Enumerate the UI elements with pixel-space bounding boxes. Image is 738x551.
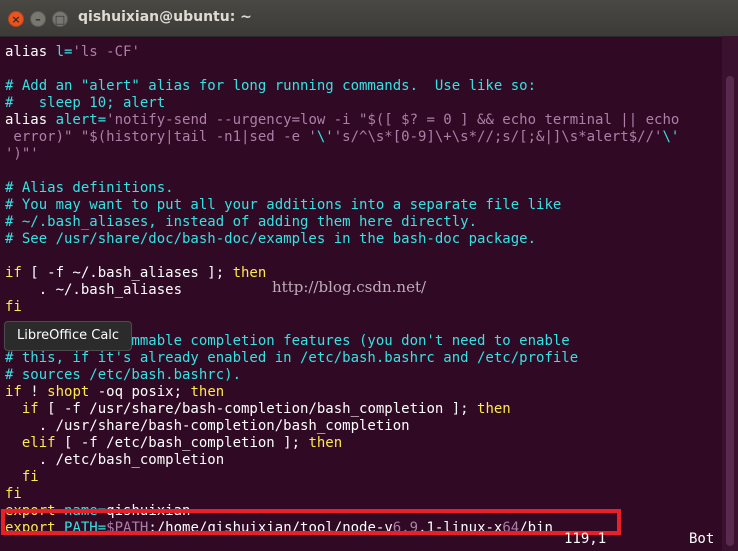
terminal-scrollbar[interactable] — [722, 36, 738, 551]
terminal-text-segment: # See /usr/share/doc/bash-doc/examples i… — [5, 231, 537, 247]
terminal-text-segment: then — [190, 384, 225, 400]
terminal-text-segment: 'ls -CF' — [72, 44, 140, 60]
terminal-line: error)" "$(history|tail -n1|sed -e '\''s… — [5, 129, 679, 146]
terminal-line: . /usr/share/bash-completion/bash_comple… — [5, 418, 410, 435]
terminal-line: alias alert='notify-send --urgency=low -… — [5, 112, 679, 129]
terminal-line: fi — [5, 486, 22, 503]
window-title: qishuixian@ubuntu: ~ — [78, 9, 252, 25]
terminal-text-segment: 's/^\s*[0-9]\+\s*//;s/[;&|]\s*alert$//' — [333, 129, 663, 145]
minimize-window-icon[interactable]: – — [30, 11, 46, 27]
launcher-tooltip: LibreOffice Calc — [4, 321, 133, 351]
terminal-text-segment: fi — [5, 299, 22, 315]
terminal-text-segment: ! — [21, 384, 48, 400]
terminal-line: fi — [5, 469, 39, 486]
terminal-text-segment: if — [5, 265, 22, 281]
terminal-line: fi — [5, 299, 22, 316]
watermark-url: http://blog.csdn.net/ — [272, 278, 427, 296]
terminal-text-segment: then — [232, 265, 267, 281]
terminal-line: if [ -f ~/.bash_aliases ]; then — [5, 265, 266, 282]
terminal-text-segment: # ~/.bash_aliases, instead of adding the… — [5, 214, 478, 230]
terminal-line: # sleep 10; alert — [5, 95, 165, 112]
close-window-icon[interactable]: × — [8, 11, 24, 27]
terminal-line: if [ -f /usr/share/bash-completion/bash_… — [5, 401, 511, 418]
terminal-line: # ~/.bash_aliases, instead of adding the… — [5, 214, 477, 231]
terminal-line: # this, if it's already enabled in /etc/… — [5, 350, 578, 367]
terminal-line: # Add an "alert" alias for long running … — [5, 78, 536, 95]
terminal-line: . ~/.bash_aliases — [5, 282, 182, 299]
scrollbar-thumb[interactable] — [726, 76, 734, 546]
terminal-text-segment: fi — [21, 469, 39, 485]
terminal-text-segment: [ -f /etc/bash_completion ]; — [55, 435, 309, 451]
terminal-text-segment: 'notify-send --urgency=low -i "$([ $? = … — [106, 112, 680, 128]
terminal-line: # See /usr/share/doc/bash-doc/examples i… — [5, 231, 536, 248]
terminal-text-segment: # sleep 10; alert — [5, 95, 166, 111]
terminal-text-segment: \' — [316, 129, 334, 145]
scroll-indicator: Bot — [689, 531, 715, 547]
terminal-text-segment: . ~/.bash_aliases — [5, 282, 183, 298]
highlight-box — [1, 509, 621, 535]
terminal-text-segment: [ -f /usr/share/bash-completion/bash_com… — [38, 401, 478, 417]
terminal-text-segment: # You may want to put all your additions… — [5, 197, 562, 213]
terminal-line: . /etc/bash_completion — [5, 452, 224, 469]
terminal-text-segment: error)" "$(history|tail -n1|sed -e ' — [5, 129, 317, 145]
terminal-line: # You may want to put all your additions… — [5, 197, 561, 214]
terminal-text-segment: l= — [55, 44, 73, 60]
terminal-line: elif [ -f /etc/bash_completion ]; then — [5, 435, 342, 452]
terminal-line: if ! shopt -oq posix; then — [5, 384, 224, 401]
terminal-text-segment: # this, if it's already enabled in /etc/… — [5, 350, 579, 366]
cursor-position: 119,1 — [564, 531, 607, 547]
terminal-text-segment: then — [477, 401, 511, 417]
terminal-line: # sources /etc/bash.bashrc). — [5, 367, 241, 384]
terminal-text-segment: alias — [5, 44, 56, 60]
terminal-text-segment: shopt — [47, 384, 90, 400]
terminal-text-segment: if — [5, 384, 22, 400]
terminal-text-segment: alert= — [55, 112, 107, 128]
terminal-text-segment: if — [21, 401, 39, 417]
terminal-text-segment: alias — [5, 112, 56, 128]
terminal-text-segment: fi — [5, 486, 22, 502]
terminal-text-segment: # Alias definitions. — [5, 180, 174, 196]
terminal-line: alias l='ls -CF' — [5, 44, 140, 61]
terminal-text-segment: # Add an "alert" alias for long running … — [5, 78, 537, 94]
terminal-text-segment: \' — [662, 129, 680, 145]
maximize-window-icon[interactable]: □ — [52, 11, 68, 27]
terminal-line: ')"' — [5, 146, 39, 163]
terminal-text-segment: [ -f ~/.bash_aliases ]; — [21, 265, 233, 281]
terminal-text-segment: then — [308, 435, 343, 451]
terminal-text-segment: . /etc/bash_completion — [5, 452, 225, 468]
terminal-text-segment: elif — [21, 435, 56, 451]
terminal-text-segment: ')"' — [5, 146, 39, 162]
terminal-text-segment: . /usr/share/bash-completion/bash_comple… — [5, 418, 410, 434]
window-titlebar: × – □ qishuixian@ubuntu: ~ — [0, 0, 738, 37]
terminal-line: # Alias definitions. — [5, 180, 174, 197]
terminal-text-segment: -oq posix; — [89, 384, 191, 400]
terminal-text-segment: # sources /etc/bash.bashrc). — [5, 367, 242, 383]
